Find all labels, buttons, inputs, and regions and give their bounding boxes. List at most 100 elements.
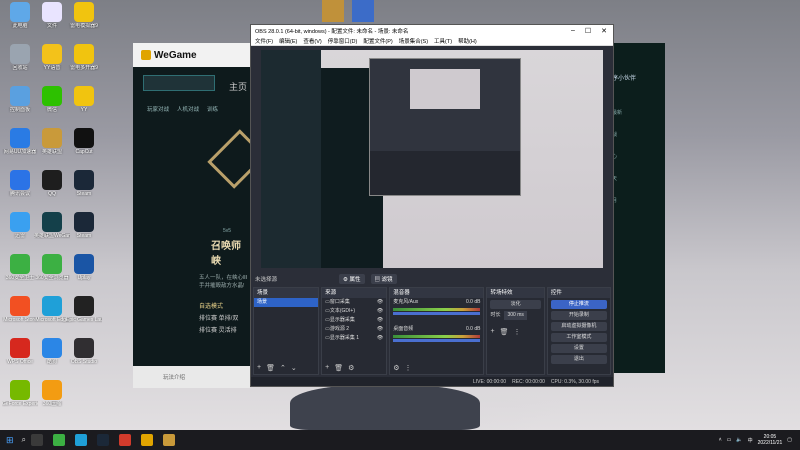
friend-item[interactable]: 月 <box>612 190 665 212</box>
desktop-icon[interactable]: 酷狗 <box>34 338 70 365</box>
browser-360-icon[interactable] <box>53 434 66 446</box>
gear-icon[interactable]: ⚙ <box>348 364 354 372</box>
trash-icon[interactable]: 🗑 <box>500 328 509 336</box>
duration-input[interactable]: 300 ms <box>504 311 527 320</box>
down-icon[interactable]: ⌄ <box>291 364 297 372</box>
add-icon[interactable]: + <box>490 328 494 336</box>
desktop-icon[interactable]: 微信 <box>34 86 70 113</box>
more-icon[interactable]: ⋮ <box>405 364 412 372</box>
studio-mode-button[interactable]: 工作室模式 <box>550 333 607 342</box>
ime-icon[interactable]: 中 <box>748 437 753 444</box>
trash-icon[interactable]: 🗑 <box>266 364 275 372</box>
queue-option[interactable]: 自选模式 <box>199 301 238 313</box>
desktop-icon[interactable]: Uplay <box>66 254 102 281</box>
friend-item[interactable]: 战 <box>612 124 665 146</box>
lol-task-icon[interactable] <box>163 434 176 446</box>
wegame-task-icon[interactable] <box>141 434 154 446</box>
stop-streaming-button[interactable]: 停止推流 <box>550 300 607 309</box>
desktop-icon[interactable]: 英雄联盟 <box>34 128 70 155</box>
menu-item[interactable]: 停靠窗口(D) <box>328 37 358 45</box>
start-recording-button[interactable]: 开始录制 <box>550 311 607 320</box>
settings-button[interactable]: 设置 <box>550 344 607 353</box>
source-item[interactable]: ▭ 文本(GDI+) 👁 <box>322 307 386 316</box>
wegame-home[interactable]: 主页 <box>229 80 247 93</box>
up-icon[interactable]: ⌃ <box>280 364 286 372</box>
desktop-icon[interactable]: Steam <box>66 170 102 197</box>
friend-item[interactable]: 心 <box>612 146 665 168</box>
gear-icon[interactable]: ⚙ <box>393 364 399 372</box>
scene-item[interactable]: 场景 <box>254 298 319 307</box>
volume-slider[interactable] <box>393 312 481 315</box>
desktop-icon[interactable]: YY语音 <box>34 44 70 71</box>
desktop-icon[interactable]: 网易UU加速器 <box>2 128 38 155</box>
visibility-icon[interactable]: 👁 <box>377 325 386 334</box>
desktop-icon[interactable]: 360压缩 <box>34 380 70 407</box>
desktop-icon[interactable]: 英雄联盟WeGame <box>34 212 70 239</box>
desktop-icon[interactable]: QQ <box>34 170 70 197</box>
desktop-icon[interactable]: Microsoft Edge <box>34 296 70 323</box>
queue-option[interactable]: 排位赛 灵活排 <box>199 325 238 337</box>
minimize-icon[interactable]: – <box>571 27 575 35</box>
obs-task-icon[interactable] <box>119 434 132 446</box>
desktop-icon[interactable]: 文件 <box>34 2 70 29</box>
close-icon[interactable]: ✕ <box>601 27 607 35</box>
exit-button[interactable]: 退出 <box>550 355 607 364</box>
desktop-icon[interactable]: 雷电模拟器9 <box>66 2 102 29</box>
visibility-icon[interactable]: 👁 <box>377 307 386 316</box>
desktop-icon[interactable]: YY <box>66 86 102 113</box>
gameplay-intro-link[interactable]: 玩法介绍 <box>163 373 185 381</box>
menu-item[interactable]: 帮助(H) <box>458 37 477 45</box>
desktop-icon[interactable]: OBS Studio <box>66 338 102 365</box>
obs-preview[interactable] <box>261 50 603 268</box>
wegame-game-badge[interactable] <box>143 75 215 91</box>
notification-icon[interactable]: ▢ <box>787 437 792 443</box>
chevron-up-icon[interactable]: ˄ <box>719 437 722 443</box>
friend-item[interactable]: 最新 <box>612 102 665 124</box>
add-icon[interactable]: + <box>257 364 261 372</box>
properties-button[interactable]: ⚙ 属性 <box>339 274 365 284</box>
add-icon[interactable]: + <box>325 364 329 372</box>
queue-option[interactable]: 排位赛 单排/双 <box>199 313 238 325</box>
volume-icon[interactable]: 🔈 <box>736 437 742 443</box>
virtual-camera-button[interactable]: 启动虚拟摄像机 <box>550 322 607 331</box>
tab-coop[interactable]: 人机对战 <box>177 105 199 113</box>
visibility-icon[interactable]: 👁 <box>377 316 386 325</box>
more-icon[interactable]: ⋮ <box>513 328 520 336</box>
volume-slider[interactable] <box>393 339 481 342</box>
visibility-icon[interactable]: 👁 <box>377 334 386 343</box>
menu-item[interactable]: 工具(T) <box>434 37 452 45</box>
transition-select[interactable]: 淡化 <box>490 300 541 309</box>
desktop-icon[interactable]: Steam <box>66 212 102 239</box>
desktop-icon[interactable]: 回收站 <box>2 44 38 71</box>
desktop-icon[interactable]: 此电脑 <box>2 2 38 29</box>
task-view-icon[interactable] <box>31 434 44 446</box>
desktop-icon[interactable]: 控制面板 <box>2 86 38 113</box>
menu-item[interactable]: 场景集合(S) <box>399 37 428 45</box>
desktop-icon[interactable]: Epic Games Launcher <box>66 296 102 323</box>
filters-button[interactable]: ▤ 滤镜 <box>370 274 397 284</box>
desktop-icon[interactable]: GeForce Experience <box>2 380 38 407</box>
desktop-icon[interactable]: 360安全浏览器 <box>34 254 70 281</box>
source-item[interactable]: ▭ 显示器采集 👁 <box>322 316 386 325</box>
friend-item[interactable]: 天 <box>612 168 665 190</box>
search-icon[interactable]: ⌕ <box>22 435 26 445</box>
menu-item[interactable]: 文件(F) <box>255 37 273 45</box>
desktop-icon[interactable]: WPS Office <box>2 338 38 365</box>
start-icon[interactable]: ⊞ <box>6 435 14 446</box>
steam-icon[interactable] <box>97 434 110 446</box>
maximize-icon[interactable]: ☐ <box>585 27 591 35</box>
desktop-icon[interactable]: 迅雷 <box>2 212 38 239</box>
tab-training[interactable]: 训练 <box>207 105 218 113</box>
visibility-icon[interactable]: 👁 <box>377 298 386 307</box>
clock[interactable]: 20:05 2022/11/21 <box>758 434 783 446</box>
desktop-icon[interactable]: 360安全卫士 <box>2 254 38 281</box>
thumbnail-2[interactable] <box>352 0 374 22</box>
network-icon[interactable]: ▭ <box>727 437 732 443</box>
desktop-icon[interactable]: 雷电多开器9 <box>66 44 102 71</box>
edge-icon[interactable] <box>75 434 88 446</box>
desktop-icon[interactable]: Microsoft Store <box>2 296 38 323</box>
menu-item[interactable]: 配置文件(P) <box>363 37 392 45</box>
source-item[interactable]: ▭ 窗口采集 👁 <box>322 298 386 307</box>
desktop-icon[interactable]: 腾讯会议 <box>2 170 38 197</box>
trash-icon[interactable]: 🗑 <box>334 364 343 372</box>
